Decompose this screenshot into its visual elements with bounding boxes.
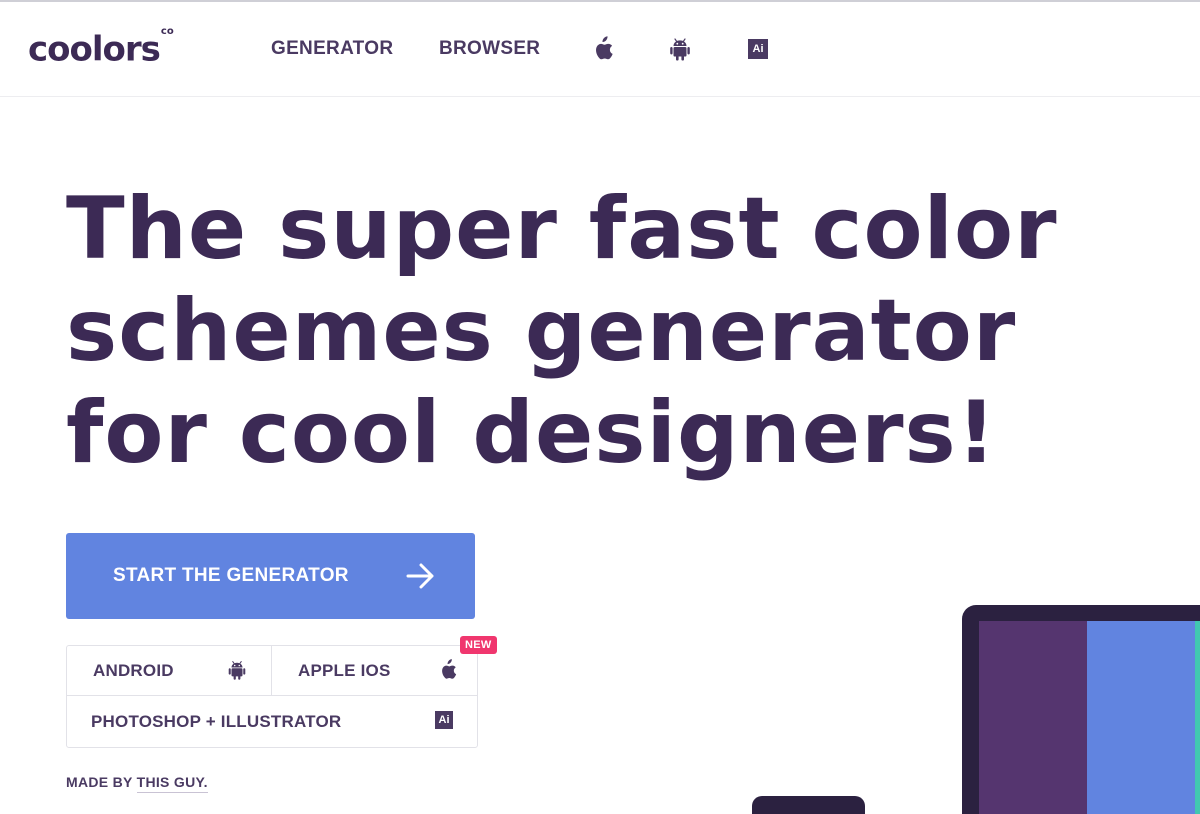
platform-downloads: ANDROID APPLE IOS PHOTOSHOP + ILLUSTRATO… (66, 636, 497, 748)
android-download-button[interactable]: ANDROID (67, 646, 272, 696)
photoshop-illustrator-label: PHOTOSHOP + ILLUSTRATOR (91, 712, 342, 731)
apple-icon[interactable] (592, 36, 614, 62)
illustrator-icon-label: Ai (752, 43, 764, 55)
nav-browser[interactable]: BROWSER (439, 38, 540, 60)
palette-swatch-1 (979, 621, 1087, 814)
headline-line-3: for cool designers! (66, 383, 997, 483)
nav-generator[interactable]: GENERATOR (271, 38, 393, 60)
site-header: coolorsco GENERATOR BROWSER Ai (0, 2, 1200, 97)
illustrator-icon[interactable]: Ai (748, 39, 768, 59)
made-by-link[interactable]: THIS GUY. (136, 774, 208, 793)
apple-icon (442, 659, 457, 679)
start-generator-label: START THE GENERATOR (113, 565, 349, 586)
headline-line-1: The super fast color (66, 179, 1058, 279)
new-badge: NEW (460, 636, 497, 654)
logo-suffix: co (160, 26, 174, 37)
made-by-credit: MADE BY THIS GUY. (66, 773, 208, 793)
photoshop-illustrator-download-button[interactable]: PHOTOSHOP + ILLUSTRATOR Ai (67, 696, 477, 747)
desktop-device-illustration (962, 605, 1200, 814)
android-label: ANDROID (93, 661, 174, 680)
android-icon (228, 661, 246, 680)
headline-line-2: schemes generator (66, 281, 1017, 381)
android-icon[interactable] (669, 36, 691, 62)
ios-download-button[interactable]: APPLE IOS (272, 646, 477, 696)
made-by-prefix: MADE BY (66, 774, 137, 790)
hero-headline: The super fast color schemes generator f… (66, 178, 1058, 484)
coolors-logo[interactable]: coolorsco (28, 26, 174, 70)
illustrator-icon: Ai (435, 711, 453, 729)
arrow-right-icon (406, 563, 434, 589)
palette-swatch-2 (1087, 621, 1195, 814)
logo-text: coolors (28, 29, 161, 70)
illustrator-icon-label: Ai (438, 714, 450, 726)
start-generator-button[interactable]: START THE GENERATOR (66, 533, 475, 619)
palette-swatch-3 (1195, 621, 1200, 814)
phone-device-illustration (752, 796, 865, 814)
ios-label: APPLE IOS (298, 661, 391, 680)
